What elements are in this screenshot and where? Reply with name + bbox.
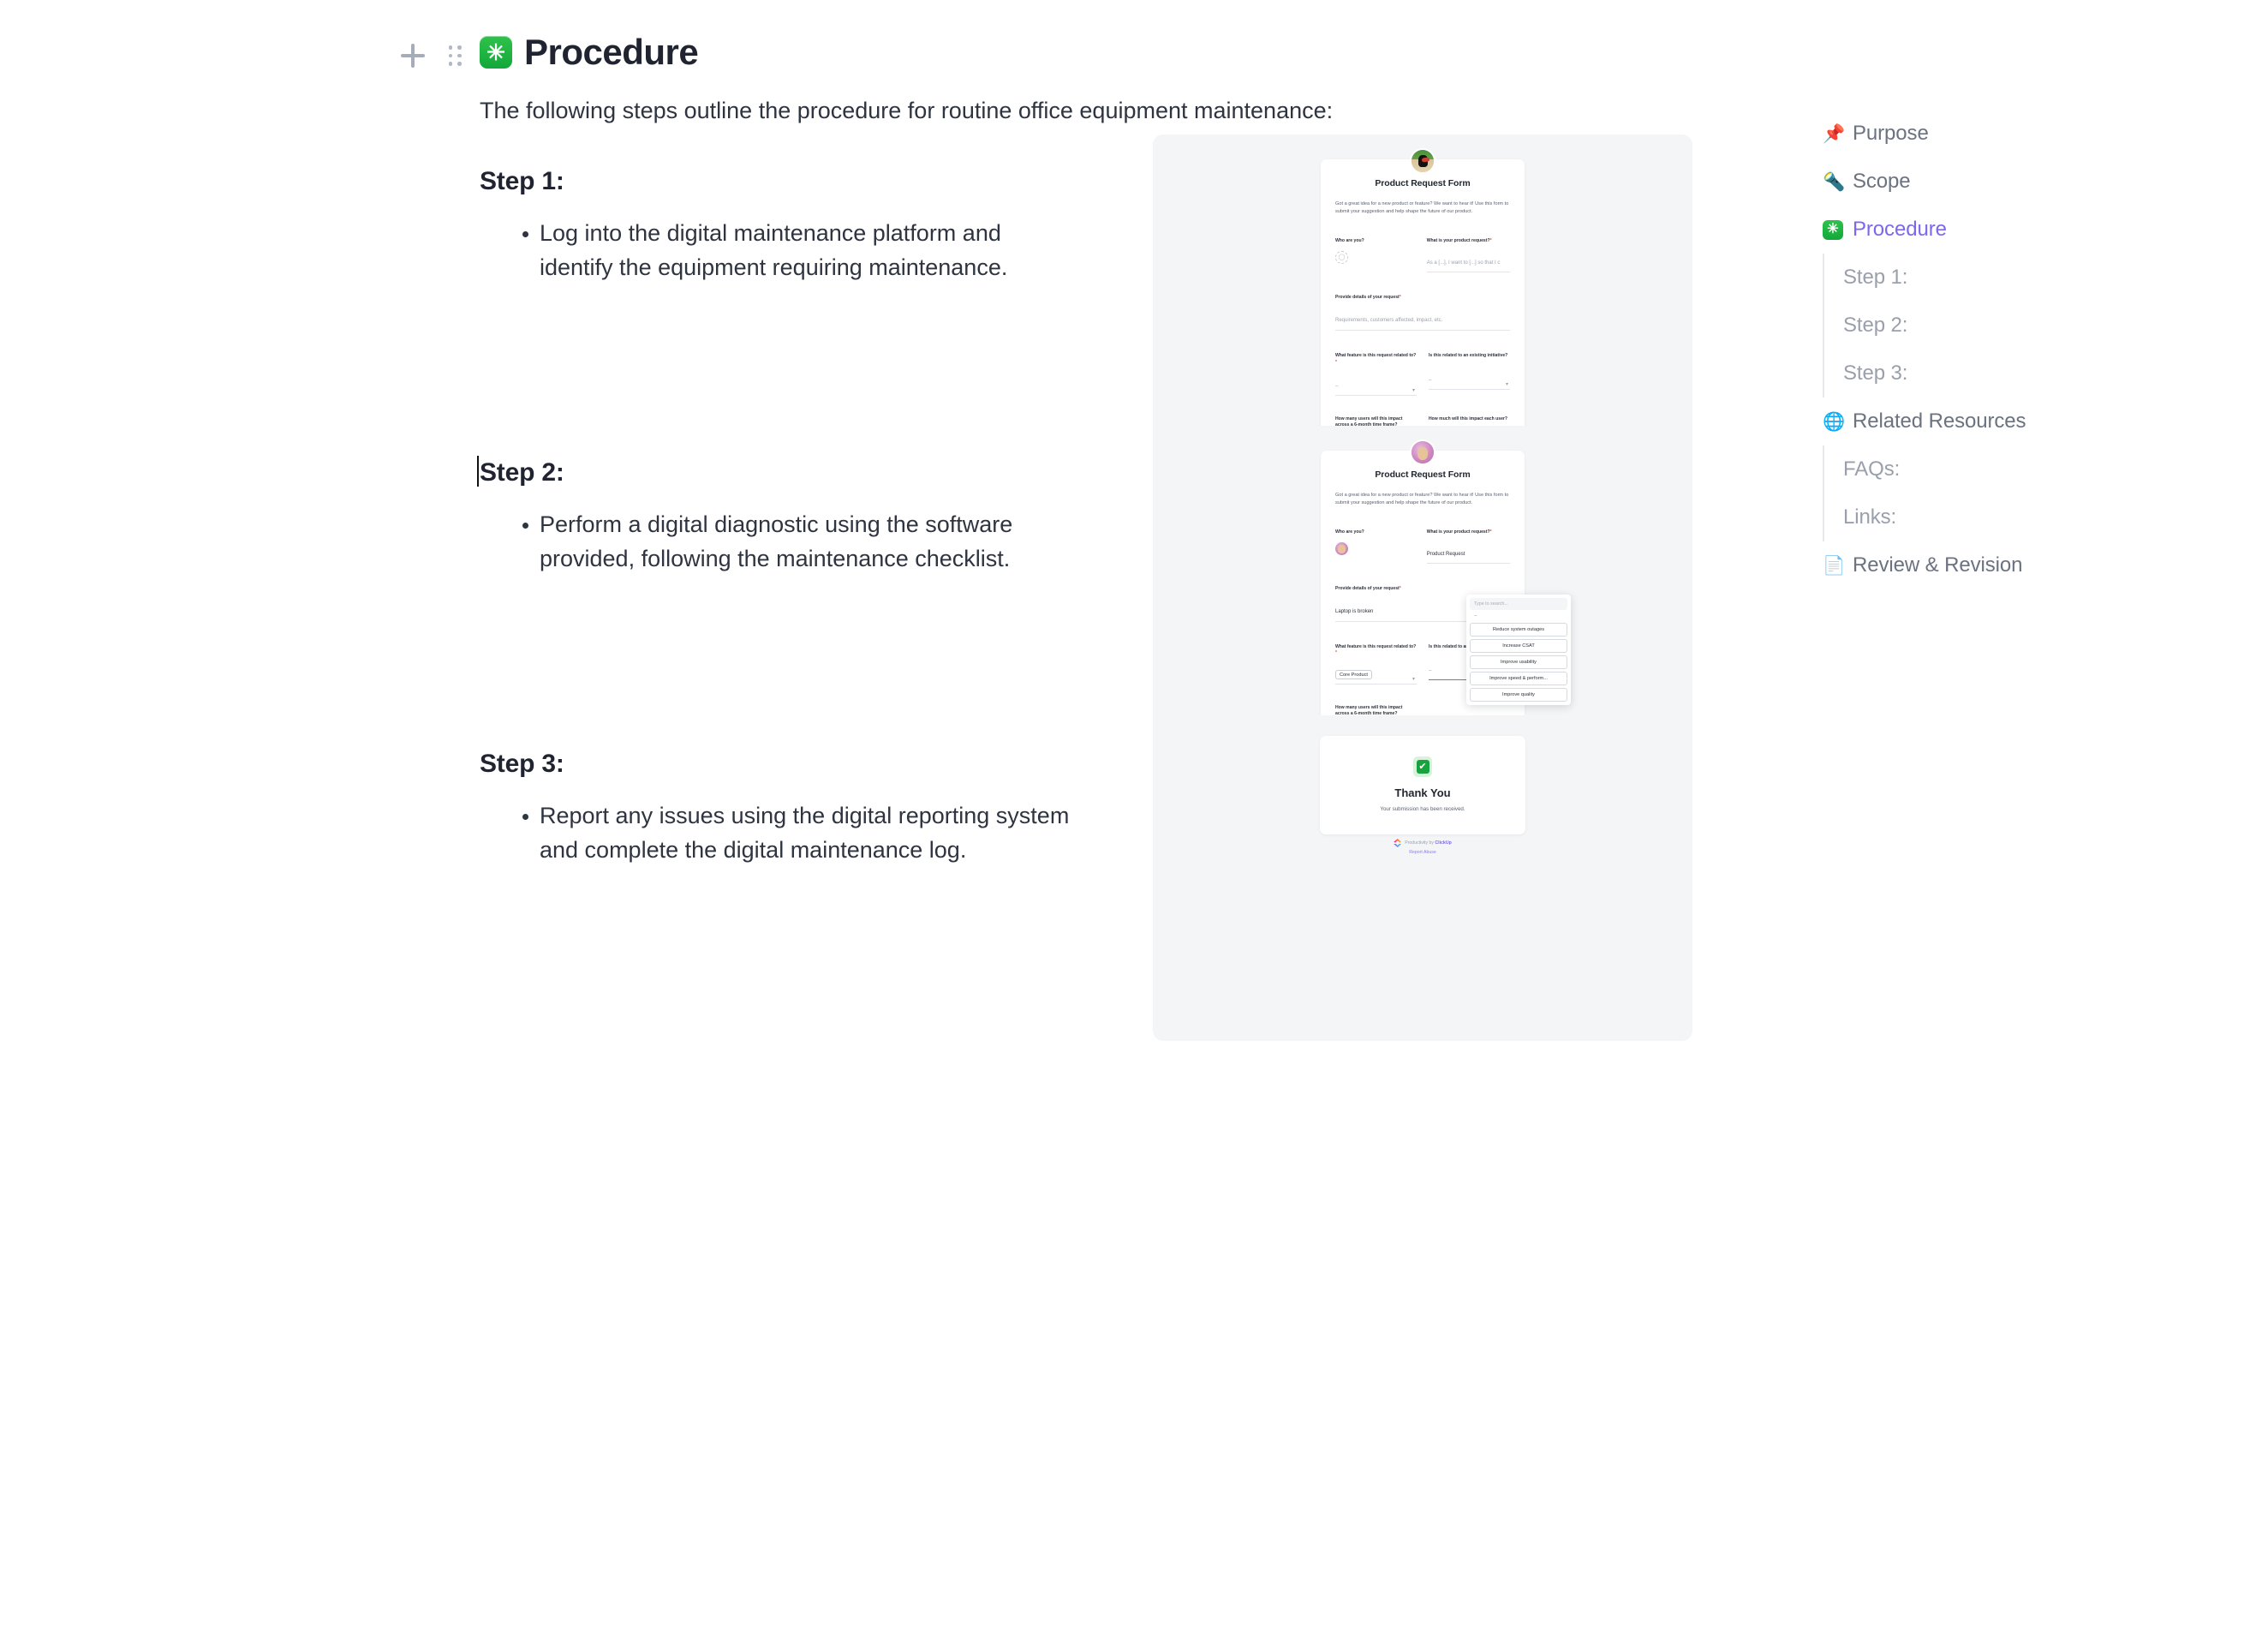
asterisk-icon: ✳ bbox=[480, 36, 512, 69]
dropdown-option[interactable]: Improve usability bbox=[1470, 655, 1567, 670]
form-title: Product Request Form bbox=[1375, 178, 1471, 189]
product-request-value: Product Request bbox=[1426, 551, 1465, 557]
assignee-avatar[interactable] bbox=[1335, 541, 1348, 555]
outline-indent-line bbox=[1823, 254, 1824, 398]
list-item: Report any issues using the digital repo… bbox=[480, 799, 1071, 868]
outline-subitem-step-3[interactable]: Step 3: bbox=[1843, 350, 2199, 398]
impact-amount-label: How much will this impact each user? bbox=[1429, 415, 1507, 421]
thank-you-title: Thank You bbox=[1394, 786, 1451, 800]
product-request-placeholder: As a [...], I want to [...] so that I c bbox=[1426, 260, 1501, 266]
feature-label: What feature is this request related to?… bbox=[1335, 644, 1417, 656]
assignee-avatar-picker[interactable]: ◯ bbox=[1335, 250, 1348, 264]
outline-item-label: Procedure bbox=[1853, 218, 1947, 241]
clickup-logo-icon bbox=[1394, 839, 1401, 847]
thank-you-subtitle: Your submission has been received. bbox=[1380, 806, 1465, 813]
report-abuse-link[interactable]: Report Abuse bbox=[1337, 850, 1508, 855]
step-block-2: Step 2: Perform a digital diagnostic usi… bbox=[477, 426, 1696, 852]
who-are-you-label: Who are you? bbox=[1335, 529, 1364, 535]
globe-icon: 🌐 bbox=[1823, 411, 1846, 432]
initiative-select[interactable]: – ▾ bbox=[1429, 370, 1510, 390]
feature-select[interactable]: Core Product ▾ bbox=[1335, 665, 1417, 685]
asterisk-icon: ✳ bbox=[1823, 219, 1843, 240]
document-body: ✳ Procedure The following steps outline … bbox=[477, 0, 1696, 1042]
outline-item-label: Related Resources bbox=[1853, 410, 2026, 433]
dropdown-option[interactable]: Improve speed & perform... bbox=[1470, 672, 1567, 686]
outline-subitem-step-2[interactable]: Step 2: bbox=[1843, 302, 2199, 350]
form-avatar bbox=[1410, 439, 1435, 466]
outline-subitem-label: Step 3: bbox=[1843, 362, 1908, 385]
document-outline-sidebar: 📌 Purpose 🔦 Scope ✳ Procedure Step 1: St… bbox=[1823, 110, 2199, 589]
add-block-button[interactable] bbox=[398, 41, 427, 70]
outline-subitem-label: Step 1: bbox=[1843, 266, 1908, 289]
outline-subitem-label: FAQs: bbox=[1843, 457, 1901, 481]
initiative-value: – bbox=[1429, 377, 1432, 383]
outline-subgroup-resources: FAQs: Links: bbox=[1823, 445, 2199, 541]
dropdown-search-input[interactable]: Type to search... bbox=[1470, 598, 1567, 611]
initiative-label: Is this related to an existing initiativ… bbox=[1429, 353, 1508, 359]
outline-item-review-revision[interactable]: 📄 Review & Revision bbox=[1823, 541, 2199, 589]
dropdown-empty-option[interactable]: – bbox=[1470, 610, 1567, 620]
outline-subitem-step-1[interactable]: Step 1: bbox=[1843, 254, 2199, 302]
who-are-you-label: Who are you? bbox=[1335, 238, 1364, 244]
form-footer: Productivity by ClickUp Report Abuse bbox=[1337, 839, 1508, 855]
details-label: Provide details of your request* bbox=[1335, 585, 1401, 591]
details-value: Laptop is broken bbox=[1335, 609, 1374, 615]
outline-subitem-label: Links: bbox=[1843, 505, 1897, 529]
form-description: Got a great idea for a new product or fe… bbox=[1335, 493, 1509, 506]
product-request-label: What is your product request?* bbox=[1426, 238, 1492, 244]
intro-paragraph: The following steps outline the procedur… bbox=[480, 98, 1334, 124]
dropdown-option[interactable]: Improve quality bbox=[1470, 688, 1567, 702]
flashlight-icon: 🔦 bbox=[1823, 171, 1846, 192]
details-label: Provide details of your request* bbox=[1335, 294, 1401, 300]
outline-indent-line bbox=[1823, 445, 1824, 541]
product-request-input[interactable]: Product Request bbox=[1426, 544, 1510, 564]
drag-handle-icon[interactable] bbox=[446, 43, 463, 69]
chevron-down-icon: ▾ bbox=[1505, 381, 1508, 387]
thank-you-embed[interactable]: ✔ Thank You Your submission has been rec… bbox=[1153, 715, 1692, 1042]
outline-subitem-label: Step 2: bbox=[1843, 314, 1908, 337]
feature-label: What feature is this request related to?… bbox=[1335, 353, 1417, 365]
page-title: Procedure bbox=[524, 32, 699, 72]
step-block-3: Step 3: Report any issues using the digi… bbox=[480, 715, 1696, 1042]
success-check-icon: ✔ bbox=[1413, 756, 1432, 778]
product-request-input[interactable]: As a [...], I want to [...] so that I c bbox=[1426, 253, 1510, 272]
outline-item-label: Review & Revision bbox=[1853, 553, 2023, 577]
feature-select[interactable]: – ▾ bbox=[1335, 376, 1417, 396]
list-item: Perform a digital diagnostic using the s… bbox=[480, 508, 1071, 577]
dropdown-option[interactable]: Reduce system outages bbox=[1470, 623, 1567, 637]
dropdown-option[interactable]: Increase CSAT bbox=[1470, 639, 1567, 654]
outline-item-related-resources[interactable]: 🌐 Related Resources bbox=[1823, 398, 2199, 445]
feature-value: – bbox=[1335, 383, 1339, 389]
outline-item-purpose[interactable]: 📌 Purpose bbox=[1823, 110, 2199, 158]
page-icon: 📄 bbox=[1823, 555, 1846, 576]
chevron-down-icon: ▾ bbox=[1412, 676, 1415, 682]
outline-item-procedure[interactable]: ✳ Procedure bbox=[1823, 206, 2199, 254]
thank-you-card: ✔ Thank You Your submission has been rec… bbox=[1320, 736, 1525, 835]
form-avatar bbox=[1410, 148, 1435, 175]
page-heading: ✳ Procedure bbox=[480, 32, 1696, 72]
form-title: Product Request Form bbox=[1375, 469, 1471, 481]
initiative-value: – bbox=[1429, 668, 1432, 674]
list-item: Log into the digital maintenance platfor… bbox=[480, 217, 1071, 285]
form-description: Got a great idea for a new product or fe… bbox=[1335, 201, 1509, 215]
outline-subitem-links[interactable]: Links: bbox=[1843, 493, 2199, 541]
details-placeholder: Requirements, customers affected, impact… bbox=[1335, 318, 1443, 324]
document-page: ✳ Procedure The following steps outline … bbox=[0, 0, 2268, 1650]
outline-subitem-faqs[interactable]: FAQs: bbox=[1843, 445, 2199, 493]
outline-item-label: Scope bbox=[1853, 170, 1911, 193]
step-block-1: Step 1: Log into the digital maintenance… bbox=[480, 135, 1696, 560]
pushpin-icon: 📌 bbox=[1823, 123, 1846, 144]
initiative-dropdown-menu[interactable]: Type to search... – Reduce system outage… bbox=[1466, 595, 1571, 706]
block-gutter-controls bbox=[398, 41, 463, 70]
product-request-label: What is your product request?* bbox=[1426, 529, 1492, 535]
outline-subgroup-procedure: Step 1: Step 2: Step 3: bbox=[1823, 254, 2199, 398]
feature-value: Core Product bbox=[1335, 670, 1372, 680]
powered-by-text: Productivity by ClickUp bbox=[1405, 840, 1452, 846]
chevron-down-icon: ▾ bbox=[1412, 387, 1415, 393]
details-input[interactable]: Requirements, customers affected, impact… bbox=[1335, 310, 1510, 332]
outline-item-label: Purpose bbox=[1853, 122, 1929, 145]
outline-item-scope[interactable]: 🔦 Scope bbox=[1823, 158, 2199, 206]
